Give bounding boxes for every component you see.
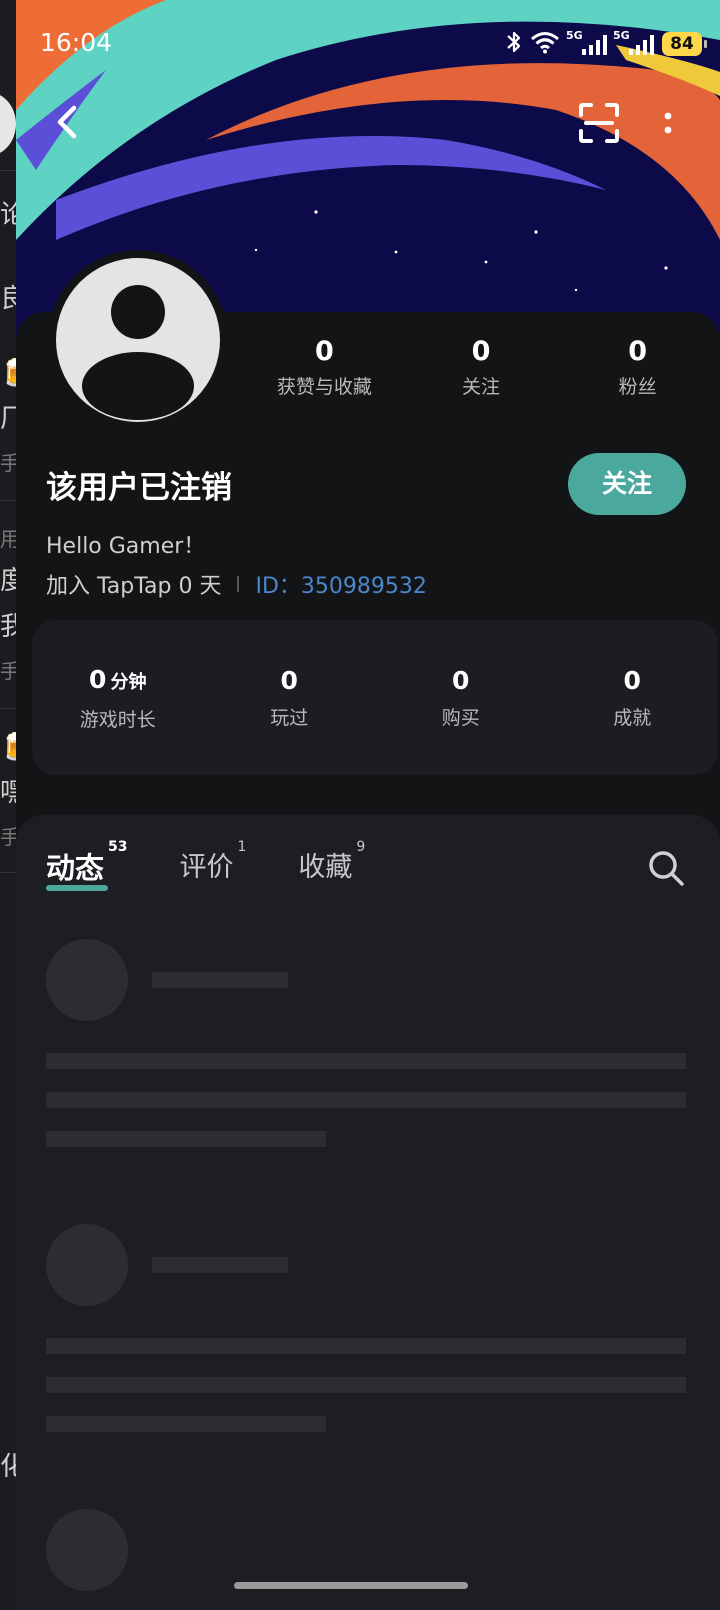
background-text: 🍺 [0,358,16,388]
achievements-stat[interactable]: 0 成就 [547,665,719,730]
placeholder-avatar [46,1224,128,1306]
tab-count: 9 [356,839,366,855]
playtime-stat[interactable]: 0 分钟 游戏时长 [32,664,204,732]
social-stats: 0 获赞与收藏 0 关注 0 粉丝 [246,336,716,406]
likes-count: 0 [314,336,334,367]
following-stat[interactable]: 0 关注 [403,336,560,406]
status-time: 16:04 [40,28,113,57]
background-text: 嘿 [0,778,16,808]
profile-meta: 加入 TapTap 0 天 ID：350989532 [46,568,427,600]
signal-icon: 5G [613,29,654,55]
background-text: 手 [0,451,16,475]
likes-stat[interactable]: 0 获赞与收藏 [246,336,403,406]
tab-label: 动态 [46,851,105,885]
bio: Hello Gamer！ [46,534,206,559]
achievements-label: 成就 [613,707,652,729]
feed-panel: 动态53 评价1 收藏9 [16,815,720,1610]
played-value: 0 [280,666,298,695]
purchased-label: 购买 [441,707,480,729]
home-indicator[interactable] [234,1582,468,1589]
username: 该用户已注销 [46,470,232,506]
background-avatar [0,92,16,156]
active-tab-indicator [46,885,108,891]
search-icon [649,851,684,886]
background-text: 良 [0,284,16,314]
placeholder-line [46,1338,686,1354]
followers-count: 0 [628,336,648,367]
network-label: 5G [566,29,583,42]
placeholder-line [46,1131,326,1147]
playtime-label: 游戏时长 [79,708,156,731]
following-label: 关注 [462,376,501,398]
background-text: 我 [0,612,16,642]
loading-placeholder [46,939,686,1147]
divider [0,500,16,501]
background-page: 论 良 🍺 厂 手 用 度 我 手 🍺 嘿 手 化 [0,0,16,1610]
back-button[interactable] [46,100,90,144]
likes-label: 获赞与收藏 [276,376,372,398]
background-text: 厂 [0,404,16,434]
more-vertical-icon [664,112,672,134]
follow-button[interactable]: 关注 [568,453,686,515]
status-bar: 16:04 5G 5G 84 [16,0,720,90]
placeholder-line [46,1377,686,1393]
placeholder-name [152,972,288,988]
game-stats-card: 0 分钟 游戏时长 0 玩过 0 购买 0 成就 [32,620,718,775]
joined-text: 加入 TapTap 0 天 [46,574,222,599]
divider [237,576,240,592]
placeholder-line [46,1092,686,1108]
chevron-left-icon [57,105,77,139]
tab-count: 1 [237,839,247,855]
purchased-value: 0 [452,666,470,695]
placeholder-avatar [46,1509,128,1591]
background-text: 化 [0,1452,16,1482]
background-text: 🍺 [0,732,16,762]
more-button[interactable] [656,104,680,144]
purchased-stat[interactable]: 0 购买 [375,665,547,730]
tab-favorites[interactable]: 收藏9 [298,839,365,884]
played-stat[interactable]: 0 玩过 [204,665,376,730]
divider [0,170,16,171]
tab-count: 53 [108,839,128,855]
signal-icon: 5G [566,29,607,55]
placeholder-name [152,1257,288,1273]
tab-label: 收藏 [298,852,353,883]
playtime-number: 0 [89,664,107,694]
divider [0,872,16,873]
achievements-value: 0 [623,666,641,695]
played-label: 玩过 [270,707,309,729]
followers-label: 粉丝 [618,376,657,398]
status-icons: 5G 5G 84 [506,29,707,58]
scan-icon [579,103,619,143]
default-avatar-icon [56,258,220,422]
background-text: 手 [0,659,16,683]
scan-button[interactable] [576,100,622,146]
placeholder-line [46,1416,326,1432]
placeholder-avatar [46,939,128,1021]
bluetooth-icon [506,30,522,58]
loading-placeholder [46,1509,686,1591]
loading-placeholder [46,1224,686,1432]
tab-reviews[interactable]: 评价1 [179,839,247,884]
divider [0,708,16,709]
background-text: 用 [0,527,16,551]
followers-stat[interactable]: 0 粉丝 [559,336,716,406]
network-label: 5G [613,29,630,42]
playtime-value: 0 分钟 [32,664,204,699]
tab-label: 评价 [179,852,234,883]
tab-bar: 动态53 评价1 收藏9 [46,839,417,891]
following-count: 0 [471,336,491,367]
battery-icon: 84 [662,32,707,56]
user-id[interactable]: ID：350989532 [255,568,426,600]
placeholder-line [46,1053,686,1069]
search-button[interactable] [646,848,686,888]
background-text: 手 [0,825,16,849]
wifi-icon [530,30,560,58]
background-text: 论 [0,200,16,230]
background-text: 度 [0,566,16,596]
profile-page: 16:04 5G 5G 84 0 获赞与收藏 0 关注 0 粉丝 该用户已注销 … [16,0,720,1610]
playtime-unit: 分钟 [110,671,147,693]
tab-activity[interactable]: 动态53 [46,839,128,891]
avatar[interactable] [48,250,228,430]
